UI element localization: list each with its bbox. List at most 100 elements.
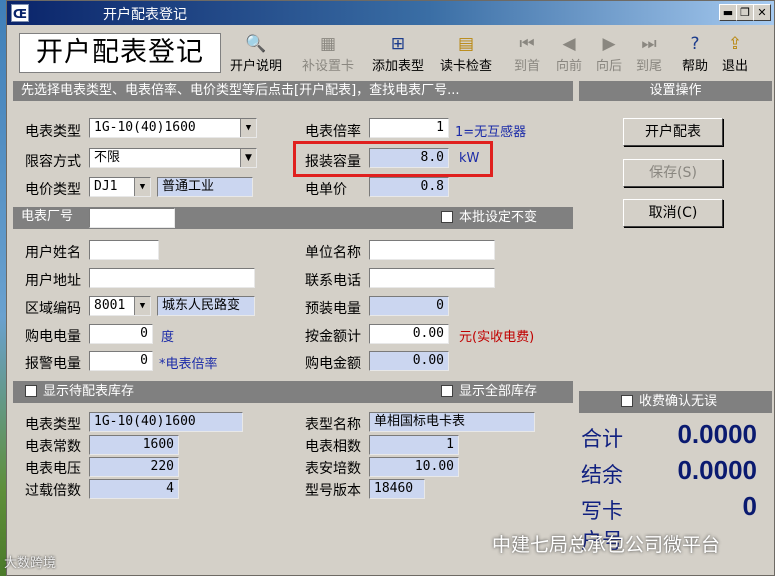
tb-exit-button[interactable]: ⇪ 退出 [715, 33, 755, 75]
save-button[interactable]: 保存(S) [623, 159, 723, 187]
company-label: 单位名称 [305, 245, 361, 261]
area-code-label: 区域编码 [25, 301, 81, 317]
tb-reissue-card-button[interactable]: ▦ 补设置卡 [295, 33, 361, 75]
unit-price-input: 0.8 [369, 177, 449, 197]
price-type-select[interactable]: DJ1 ▼ [89, 177, 151, 197]
minimize-button[interactable]: ▬ [719, 4, 737, 21]
tb-first-button[interactable]: ⏮ 到首 [507, 33, 547, 75]
unit-price-label: 电单价 [305, 182, 347, 198]
cancel-button[interactable]: 取消(C) [623, 199, 723, 227]
keep-batch-checkbox[interactable]: 本批设定不变 [441, 208, 537, 228]
meter-type-label: 电表类型 [25, 124, 81, 140]
user-name-label: 用户姓名 [25, 245, 81, 261]
settle-value: 0.0000 [677, 455, 757, 485]
amount-label: 按金额计 [305, 329, 361, 345]
buy-kwh-input[interactable]: 0 [89, 324, 153, 344]
checkbox-icon [621, 395, 633, 407]
price-type-name: 普通工业 [157, 177, 253, 197]
amount-hint: 元(实收电费) [459, 330, 535, 345]
tb-next-button[interactable]: ▶ 向后 [589, 33, 629, 75]
app-icon: Œ [11, 4, 29, 22]
limit-mode-select[interactable]: 不限 ▼ [89, 148, 257, 168]
chevron-down-icon: ▼ [240, 149, 256, 167]
card-icon: ▦ [319, 34, 337, 54]
stock-voltage-label: 电表电压 [25, 461, 81, 477]
chevron-down-icon: ▼ [134, 178, 150, 196]
tb-prev-button[interactable]: ◀ 向前 [549, 33, 589, 75]
next-icon: ▶ [602, 34, 616, 54]
confirm-charge-checkbox[interactable]: 收费确认无误 [621, 392, 717, 412]
tb-help-button[interactable]: ? 帮助 [675, 33, 715, 75]
show-pending-checkbox[interactable]: 显示待配表库存 [25, 382, 134, 402]
close-button[interactable]: ✕ [753, 4, 771, 21]
prepaid-kwh-input: 0 [369, 296, 449, 316]
meter-type-select[interactable]: 1G-10(40)1600 ▼ [89, 118, 257, 138]
user-name-input[interactable] [89, 240, 159, 260]
tb-last-button[interactable]: ⏭ 到尾 [629, 33, 669, 75]
alarm-hint: *电表倍率 [159, 357, 218, 372]
show-all-checkbox[interactable]: 显示全部库存 [441, 382, 537, 402]
stock-version-value: 18460 [369, 479, 425, 499]
user-address-label: 用户地址 [25, 273, 81, 289]
factory-number-input[interactable] [89, 208, 175, 228]
amount-input[interactable]: 0.00 [369, 324, 449, 344]
tb-open-guide-button[interactable]: 🔍 开户说明 [223, 33, 289, 75]
limit-mode-label: 限容方式 [25, 154, 81, 170]
area-code-select[interactable]: 8001 ▼ [89, 296, 151, 316]
last-icon: ⏭ [641, 34, 657, 54]
settle-label: 结余 [581, 463, 623, 487]
ratio-input[interactable]: 1 [369, 118, 449, 138]
stock-voltage-value: 220 [89, 457, 179, 477]
alarm-kwh-label: 报警电量 [25, 356, 81, 372]
corner-watermark: 大数跨境 [4, 556, 57, 571]
tb-read-card-button[interactable]: ▤ 读卡检查 [433, 33, 499, 75]
alarm-kwh-input[interactable]: 0 [89, 351, 153, 371]
tb-add-type-button[interactable]: ⊞ 添加表型 [365, 33, 431, 75]
stock-type-value: 1G-10(40)1600 [89, 412, 243, 432]
window-title: 开户配表登记 [103, 7, 187, 23]
phone-label: 联系电话 [305, 273, 361, 289]
help-icon: ? [690, 34, 700, 54]
ratio-label: 电表倍率 [305, 124, 361, 140]
grid-add-icon: ⊞ [390, 34, 406, 54]
settings-heading: 设置操作 [579, 81, 772, 101]
open-account-button[interactable]: 开户配表 [623, 118, 723, 146]
buy-kwh-unit: 度 [161, 330, 175, 345]
card-read-icon: ▤ [457, 34, 475, 54]
instruction-bar: 先选择电表类型、电表倍率、电价类型等后点击[开户配表]，查找电表厂号... [13, 81, 573, 101]
checkbox-icon [441, 385, 453, 397]
maximize-button[interactable]: ❐ [736, 4, 754, 21]
stock-phase-label: 电表相数 [305, 439, 361, 455]
area-name: 城东人民路变 [157, 296, 255, 316]
page-heading: 开户配表登记 [19, 33, 221, 73]
total-label: 合计 [581, 427, 623, 451]
main-window: Œ 开户配表登记 ▬ ❐ ✕ 开户配表登记 🔍 开户说明 ▦ 补设置卡 ⊞ 添加表型 … [6, 0, 775, 576]
user-address-input[interactable] [89, 268, 255, 288]
stock-version-label: 型号版本 [305, 483, 361, 499]
stock-const-label: 电表常数 [25, 439, 81, 455]
first-icon: ⏮ [519, 34, 535, 54]
write-card-value: 0 [742, 491, 757, 521]
total-value: 0.0000 [677, 419, 757, 449]
stock-overload-label: 过载倍数 [25, 483, 81, 499]
chevron-down-icon: ▼ [240, 119, 256, 137]
watermark-text: 中建七局总承包公司微平台 [492, 534, 721, 556]
stock-amp-value: 10.00 [369, 457, 459, 477]
checkbox-icon [441, 211, 453, 223]
stock-const-value: 1600 [89, 435, 179, 455]
prev-icon: ◀ [562, 34, 576, 54]
stock-phase-value: 1 [369, 435, 459, 455]
checkbox-icon [25, 385, 37, 397]
price-type-label: 电价类型 [25, 182, 81, 198]
stock-model-label: 表型名称 [305, 417, 361, 433]
write-card-label: 写卡 [581, 499, 623, 523]
toolbar: 开户配表登记 🔍 开户说明 ▦ 补设置卡 ⊞ 添加表型 ▤ 读卡检查 ⏮ 到首 ◀ 向前 ▶… [13, 31, 768, 77]
prepaid-kwh-label: 预装电量 [305, 301, 361, 317]
exit-icon: ⇪ [727, 34, 743, 54]
buy-amount-label: 购电金额 [305, 356, 361, 372]
title-bar[interactable]: Œ 开户配表登记 ▬ ❐ ✕ [7, 1, 774, 25]
phone-input[interactable] [369, 268, 495, 288]
stock-amp-label: 表安培数 [305, 461, 361, 477]
company-input[interactable] [369, 240, 495, 260]
stock-overload-value: 4 [89, 479, 179, 499]
